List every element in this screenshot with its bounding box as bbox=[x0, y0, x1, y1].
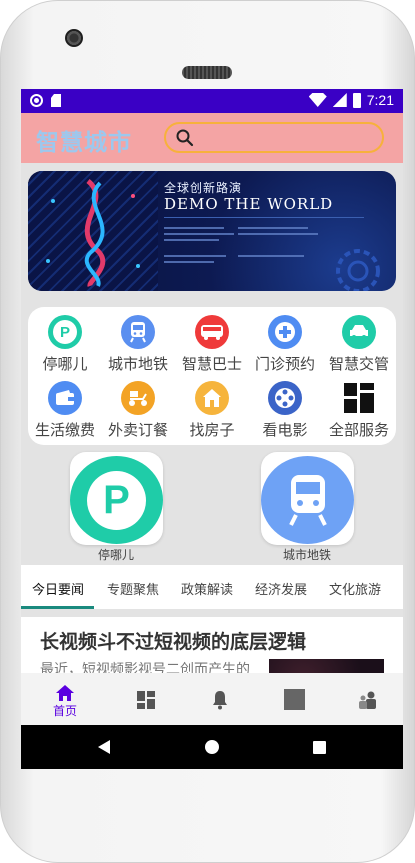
banner-fine-print bbox=[238, 233, 318, 235]
service-label: 停哪儿 bbox=[42, 355, 88, 373]
wallet-icon bbox=[48, 381, 82, 415]
service-traffic[interactable]: 智慧交管 bbox=[322, 315, 396, 374]
house-icon bbox=[195, 381, 229, 415]
news-item[interactable]: 长视频斗不过短视频的底层逻辑 最近，短视频影视号二创而产生的 bbox=[21, 617, 403, 677]
service-label: 智慧交管 bbox=[328, 355, 389, 373]
notification-icon bbox=[30, 94, 43, 107]
app-header: 智慧城市 bbox=[21, 113, 403, 163]
square-icon bbox=[283, 689, 305, 710]
service-label: 看电影 bbox=[262, 421, 308, 439]
status-bar: 7:21 bbox=[21, 89, 403, 113]
banner-artwork bbox=[28, 171, 158, 291]
tab-indicator bbox=[21, 606, 94, 609]
nav-label: 首页 bbox=[52, 704, 77, 718]
nav-people[interactable] bbox=[330, 673, 403, 726]
tab-topics[interactable]: 专题聚焦 bbox=[107, 579, 159, 598]
banner-fine-print bbox=[238, 255, 304, 257]
service-clinic[interactable]: 门诊预约 bbox=[248, 315, 322, 374]
tile-parking[interactable]: P bbox=[70, 452, 163, 545]
tile-label: 停哪儿 bbox=[97, 548, 134, 562]
banner-fine-print bbox=[164, 261, 214, 263]
back-icon[interactable] bbox=[98, 740, 110, 754]
home-button-icon[interactable] bbox=[205, 740, 219, 754]
banner-title-cn: 全球创新路演 bbox=[164, 181, 243, 195]
bottom-navigation: 首页 bbox=[21, 673, 403, 726]
service-movies[interactable]: 看电影 bbox=[248, 381, 322, 440]
banner-divider bbox=[164, 217, 364, 218]
gear-icon bbox=[336, 249, 380, 291]
service-grid: P 停哪儿 城市地铁 智慧巴士 门诊预约 智慧交管 生活缴费 外卖订餐 找房子 … bbox=[28, 307, 396, 445]
banner-fine-print bbox=[164, 239, 219, 241]
news-tabs: 今日要闻 专题聚焦 政策解读 经济发展 文化旅游 bbox=[21, 565, 403, 609]
banner-title-en: DEMO THE WORLD bbox=[164, 195, 334, 213]
tab-culture[interactable]: 文化旅游 bbox=[329, 579, 381, 598]
tab-policy[interactable]: 政策解读 bbox=[181, 579, 233, 598]
service-label: 全部服务 bbox=[328, 421, 389, 439]
nav-dashboard[interactable] bbox=[108, 673, 184, 726]
dashboard-icon bbox=[137, 691, 155, 709]
app-title: 智慧城市 bbox=[36, 130, 132, 156]
battery-icon bbox=[352, 92, 361, 108]
home-icon bbox=[56, 685, 74, 701]
recent-apps-icon[interactable] bbox=[313, 741, 326, 754]
service-metro[interactable]: 城市地铁 bbox=[101, 315, 175, 374]
wifi-icon bbox=[308, 93, 327, 107]
bell-icon bbox=[213, 691, 227, 710]
app-screen: 7:21 智慧城市 全球创新路演 DEMO THE WORLD P 停哪儿 城市… bbox=[21, 89, 403, 769]
service-bus[interactable]: 智慧巴士 bbox=[175, 315, 249, 374]
sd-card-icon bbox=[51, 94, 61, 107]
system-navigation-bar bbox=[21, 725, 403, 769]
banner-fine-print bbox=[164, 227, 224, 229]
scooter-icon bbox=[121, 381, 155, 415]
dna-ribbon-icon bbox=[46, 179, 140, 287]
nav-home[interactable]: 首页 bbox=[27, 673, 103, 726]
service-label: 智慧巴士 bbox=[181, 355, 242, 373]
grid-icon bbox=[342, 381, 376, 415]
tab-economy[interactable]: 经济发展 bbox=[255, 579, 307, 598]
service-label: 城市地铁 bbox=[107, 355, 168, 373]
service-label: 找房子 bbox=[189, 421, 235, 439]
tile-label: 城市地铁 bbox=[282, 548, 331, 562]
tab-headlines[interactable]: 今日要闻 bbox=[32, 579, 84, 598]
search-input[interactable] bbox=[164, 122, 384, 153]
parking-icon: P bbox=[48, 315, 82, 349]
service-label: 外卖订餐 bbox=[107, 421, 168, 439]
tile-metro[interactable] bbox=[261, 452, 354, 545]
front-camera bbox=[65, 29, 83, 47]
medical-cross-icon bbox=[268, 315, 302, 349]
service-utilities[interactable]: 生活缴费 bbox=[28, 381, 102, 440]
banner-fine-print bbox=[238, 227, 308, 229]
banner-fine-print bbox=[164, 255, 226, 257]
parking-icon: P bbox=[70, 456, 163, 544]
signal-icon bbox=[332, 93, 347, 107]
phone-frame: 7:21 智慧城市 全球创新路演 DEMO THE WORLD P 停哪儿 城市… bbox=[0, 0, 415, 863]
metro-icon bbox=[121, 315, 155, 349]
clock: 7:21 bbox=[366, 92, 394, 108]
service-all[interactable]: 全部服务 bbox=[322, 381, 396, 440]
banner-carousel[interactable]: 全球创新路演 DEMO THE WORLD bbox=[28, 171, 396, 291]
service-takeout[interactable]: 外卖订餐 bbox=[101, 381, 175, 440]
earpiece-speaker bbox=[182, 66, 232, 79]
search-icon bbox=[176, 129, 194, 147]
nav-notifications[interactable] bbox=[182, 673, 258, 726]
banner-fine-print bbox=[164, 233, 234, 235]
metro-icon bbox=[261, 456, 354, 544]
service-label: 生活缴费 bbox=[34, 421, 95, 439]
bus-icon bbox=[195, 315, 229, 349]
film-reel-icon bbox=[268, 381, 302, 415]
service-label: 门诊预约 bbox=[254, 355, 315, 373]
service-housing[interactable]: 找房子 bbox=[175, 381, 249, 440]
news-title: 长视频斗不过短视频的底层逻辑 bbox=[40, 631, 307, 653]
nav-square[interactable] bbox=[256, 673, 332, 726]
car-icon bbox=[342, 315, 376, 349]
service-parking[interactable]: P 停哪儿 bbox=[28, 315, 102, 374]
people-icon bbox=[359, 691, 376, 709]
